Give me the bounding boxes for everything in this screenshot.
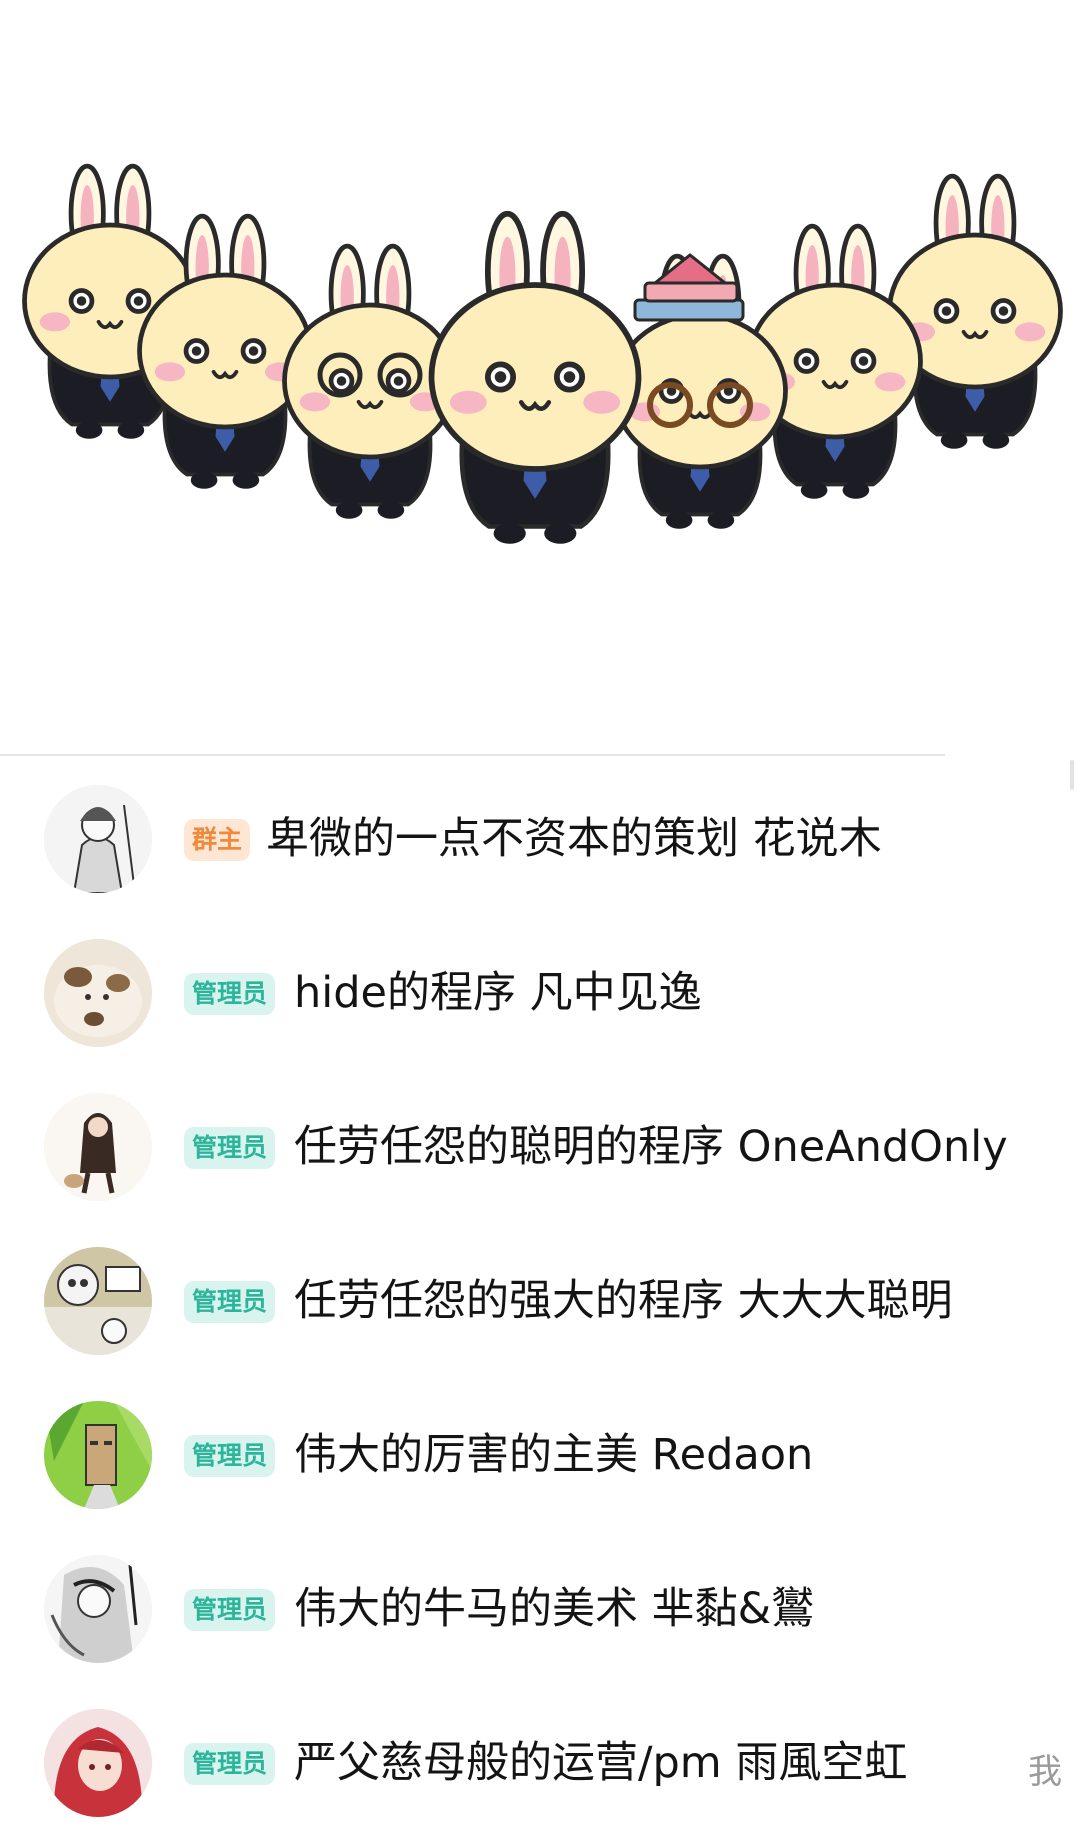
admin-badge: 管理员: [184, 1743, 276, 1785]
avatar[interactable]: [44, 1555, 152, 1663]
anime-sketch-avatar-icon: [44, 1555, 152, 1663]
member-name: 伟大的牛马的美术 芈黏&鸑: [294, 1584, 815, 1634]
member-row[interactable]: 群主 卑微的一点不资本的策划 花说木: [0, 760, 1080, 914]
group-banner-illustration: [0, 0, 1080, 740]
member-name: 严父慈母般的运营/pm 雨風空虹: [294, 1738, 908, 1788]
avatar[interactable]: [44, 1247, 152, 1355]
avatar[interactable]: [44, 785, 152, 893]
owner-badge: 群主: [184, 819, 251, 861]
member-row[interactable]: 管理员 严父慈母般的运营/pm 雨風空虹 我: [0, 1684, 1080, 1838]
avatar[interactable]: [44, 939, 152, 1047]
avatar[interactable]: [44, 1401, 152, 1509]
me-label: 我: [1028, 1752, 1062, 1792]
admin-badge: 管理员: [184, 1281, 276, 1323]
avatar[interactable]: [44, 1093, 152, 1201]
avatar[interactable]: [44, 1709, 152, 1817]
admin-badge: 管理员: [184, 973, 276, 1015]
member-name: hide的程序 凡中见逸: [294, 968, 702, 1018]
member-name: 任劳任怨的聪明的程序 OneAndOnly: [294, 1122, 1008, 1172]
admin-badge: 管理员: [184, 1435, 276, 1477]
member-row[interactable]: 管理员 hide的程序 凡中见逸: [0, 914, 1080, 1068]
member-name: 卑微的一点不资本的策划 花说木: [266, 814, 882, 864]
member-row[interactable]: 管理员 任劳任怨的聪明的程序 OneAndOnly: [0, 1068, 1080, 1222]
member-row[interactable]: 管理员 伟大的牛马的美术 芈黏&鸑: [0, 1530, 1080, 1684]
sketch-guy-avatar-icon: [44, 785, 152, 893]
red-hair-avatar-icon: [44, 1709, 152, 1817]
member-row[interactable]: 管理员 伟大的厉害的主美 Redaon: [0, 1376, 1080, 1530]
member-name: 伟大的厉害的主美 Redaon: [294, 1430, 814, 1480]
member-name: 任劳任怨的强大的程序 大大大聪明: [294, 1276, 953, 1326]
member-row[interactable]: 管理员 任劳任怨的强大的程序 大大大聪明: [0, 1222, 1080, 1376]
banner-divider: [0, 754, 945, 756]
admin-badge: 管理员: [184, 1127, 276, 1169]
admin-badge: 管理员: [184, 1589, 276, 1631]
comic-cat-avatar-icon: [44, 1247, 152, 1355]
green-cartoon-avatar-icon: [44, 1401, 152, 1509]
girl-with-cat-avatar-icon: [44, 1093, 152, 1201]
cat-avatar-icon: [44, 939, 152, 1047]
